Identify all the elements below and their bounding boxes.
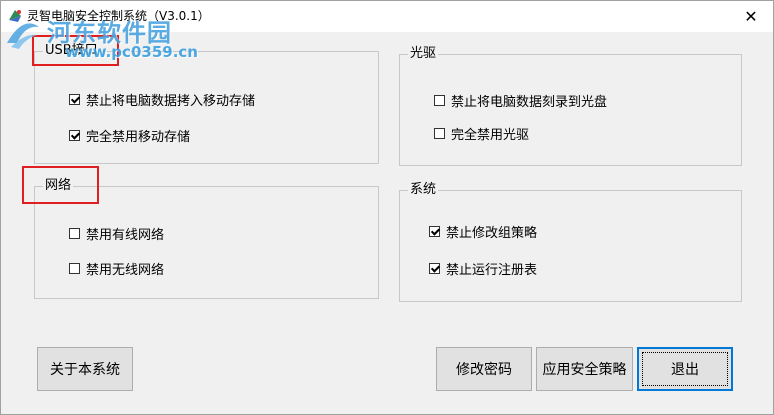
checkbox-box[interactable] [69,130,80,141]
checkbox-box[interactable] [69,94,80,105]
checkbox-block-group-policy[interactable]: 禁止修改组策略 [429,222,537,241]
checkbox-box[interactable] [69,228,80,239]
checkbox-label: 禁用无线网络 [86,263,165,278]
checkbox-label: 禁止将电脑数据拷入移动存储 [86,94,256,109]
checkbox-block-copy-to-removable[interactable]: 禁止将电脑数据拷入移动存储 [69,90,255,109]
checkbox-box[interactable] [69,263,80,274]
close-icon: ✕ [744,6,758,26]
close-button[interactable]: ✕ [729,1,773,31]
checkbox-disable-wireless-network[interactable]: 禁用无线网络 [69,259,164,278]
checkbox-label: 禁用有线网络 [86,228,165,243]
checkbox-disable-removable-storage[interactable]: 完全禁用移动存储 [69,126,190,145]
checkbox-label: 禁止运行注册表 [446,263,538,278]
checkbox-disable-wired-network[interactable]: 禁用有线网络 [69,224,164,243]
main-window: 灵智电脑安全控制系统（V3.0.1） ✕ USB接口 禁止将电脑数据拷入移动存储… [0,0,774,415]
group-usb-title: USB接口 [43,43,100,59]
checkbox-box[interactable] [434,128,445,139]
about-button[interactable]: 关于本系统 [37,347,133,391]
focus-ring [642,352,728,386]
checkbox-label: 完全禁用光驱 [451,128,530,143]
group-optical: 光驱 禁止将电脑数据刻录到光盘 完全禁用光驱 [399,46,742,166]
title-bar: 灵智电脑安全控制系统（V3.0.1） ✕ [1,1,773,32]
checkbox-block-registry-editor[interactable]: 禁止运行注册表 [429,259,537,278]
window-title: 灵智电脑安全控制系统（V3.0.1） [27,9,210,23]
group-usb: USB接口 禁止将电脑数据拷入移动存储 完全禁用移动存储 [34,43,379,164]
change-password-button[interactable]: 修改密码 [436,347,532,391]
checkbox-box[interactable] [429,263,440,274]
apply-policy-button[interactable]: 应用安全策略 [536,347,633,391]
exit-button[interactable]: 退出 [637,347,733,391]
app-icon [6,7,24,25]
checkbox-label: 完全禁用移动存储 [86,130,191,145]
checkbox-label: 禁止修改组策略 [446,226,538,241]
checkbox-block-burn-to-disc[interactable]: 禁止将电脑数据刻录到光盘 [434,91,607,110]
group-network: 网络 禁用有线网络 禁用无线网络 [34,178,379,299]
checkbox-label: 禁止将电脑数据刻录到光盘 [451,95,608,110]
checkbox-box[interactable] [429,226,440,237]
group-network-title: 网络 [43,178,74,194]
group-optical-title: 光驱 [408,46,439,62]
group-system: 系统 禁止修改组策略 禁止运行注册表 [399,182,742,302]
group-system-title: 系统 [408,182,439,198]
checkbox-disable-optical-drive[interactable]: 完全禁用光驱 [434,124,529,143]
checkbox-box[interactable] [434,95,445,106]
